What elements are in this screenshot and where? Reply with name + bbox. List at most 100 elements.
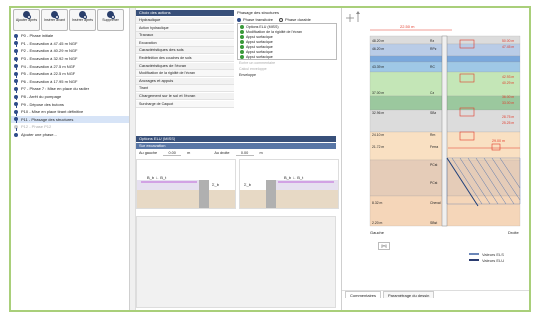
- phase-item[interactable]: P2 - Excavation à 40.29 m NGF: [11, 47, 129, 55]
- add-phase-icon: [23, 11, 31, 19]
- elu-options-header: Options ELU (MISS): [136, 136, 336, 142]
- action-menu-item[interactable]: Hydraulique: [136, 17, 234, 24]
- action-menu-item[interactable]: Caractéristiques de l'écran: [136, 62, 234, 70]
- action-menu-item[interactable]: Caractéristiques des sols: [136, 47, 234, 55]
- option-check-label: Options ELU (MISS): [246, 24, 279, 29]
- phase-label: P0 - Phase initiale: [21, 33, 54, 39]
- legend-elu: Valeurs ELU: [469, 257, 529, 263]
- phase-icon: [14, 94, 18, 101]
- comments-area[interactable]: [342, 298, 529, 310]
- phase-label: P1 - Excavation à 47.45 m NGF: [21, 40, 78, 46]
- delete-button[interactable]: Supprimer: [97, 9, 124, 31]
- phase-icon: [14, 79, 18, 86]
- left-diagram-svg: B_b ∟ B_t Σ_b: [137, 175, 235, 208]
- action-menu-item[interactable]: Surcharge de Caquot: [136, 100, 234, 108]
- bottom-left-label: Gauche: [370, 230, 385, 235]
- phase-item[interactable]: P1 - Excavation à 47.45 m NGF: [11, 40, 129, 48]
- phase-panel: Ajouter après Insérer avant Insérer aprè…: [11, 8, 130, 310]
- depth-label: 46.20 m: [372, 47, 384, 51]
- action-menu-item[interactable]: Travaux: [136, 32, 234, 40]
- left-unit: m: [187, 151, 191, 155]
- right-depth-label: 42.93 m: [502, 75, 514, 79]
- phase-label: P11 - Phasage des structures: [21, 116, 74, 122]
- radio-durable[interactable]: Phase durable: [279, 17, 311, 22]
- phase-label: P3 - Excavation à 32.92 m NGF: [21, 56, 78, 62]
- check-icon: [240, 29, 244, 34]
- radio-transitoire[interactable]: Phase transitoire: [237, 17, 273, 22]
- check-icon: [240, 39, 244, 44]
- layer-label: Cheval: [430, 201, 441, 205]
- phase-label: P10 - Mise en place tirant définitive: [21, 109, 84, 115]
- actions-header: Choix des actions: [136, 10, 234, 16]
- phase-label: P9 - Dépose des butons: [21, 101, 64, 107]
- phase-icon: [14, 48, 18, 55]
- axes-icon[interactable]: [346, 11, 360, 22]
- phase-icon: [14, 86, 18, 93]
- phase-icon: [14, 33, 18, 40]
- phase-item[interactable]: P4 - Excavation à 27.5 m NGF: [11, 62, 129, 70]
- phase-item[interactable]: P5 - Excavation à 22.5 m NGF: [11, 70, 129, 78]
- phase-item[interactable]: P9 - Dépose des butons: [11, 100, 129, 108]
- option-check-label: Appui surfacique: [246, 39, 273, 44]
- bottom-right-label: Droite: [508, 230, 519, 235]
- insert-before-icon: [51, 11, 59, 19]
- depth-label: 32.96 m: [372, 111, 384, 115]
- phase-item[interactable]: P12 - Phase P12: [11, 123, 129, 131]
- right-depth-label: 33.00 m: [502, 101, 514, 105]
- phase-item[interactable]: P11 - Phasage des structures: [11, 115, 129, 124]
- left-value-input[interactable]: 0.00: [163, 151, 182, 156]
- phase-icon: [14, 56, 18, 63]
- insert-after-button[interactable]: Insérer après: [69, 9, 96, 31]
- option-check-row[interactable]: Appui surfacique: [238, 54, 336, 59]
- left-soil-upper: [137, 180, 199, 190]
- layer-label: RC: [430, 65, 435, 69]
- phase-item[interactable]: P8 - Arrêt du pompage: [11, 93, 129, 101]
- insert-before-button[interactable]: Insérer avant: [41, 9, 68, 31]
- delete-icon: [107, 11, 115, 19]
- elu-swatch: [469, 259, 479, 261]
- phase-icon: [14, 64, 18, 70]
- phase-icon: [14, 71, 18, 78]
- phase-item[interactable]: P7 - Phase 7 : Mise en place du radier: [11, 85, 129, 93]
- action-menu-item[interactable]: Chargement sur le sol et l'écran: [136, 92, 234, 100]
- section-view: 22.50 m 29.00 m 48.20 m 46.20 m 43.39 m …: [341, 8, 529, 310]
- add-after-button[interactable]: Ajouter après: [13, 9, 40, 31]
- insert-after-label: Insérer après: [71, 18, 94, 22]
- mini-scale-box[interactable]: [m]: [378, 242, 390, 250]
- radio-on-icon: [237, 17, 241, 22]
- radio-off-icon: [279, 17, 284, 22]
- action-menu-item[interactable]: Redéfinition des couches de sols: [136, 54, 234, 62]
- action-menu-item[interactable]: Modification de la rigidité de l'écran: [136, 70, 234, 78]
- right-depth-label: 47.45 m: [502, 45, 514, 49]
- diaphragm-wall: [441, 35, 448, 227]
- left-excavation-diagram: B_b ∟ B_t Σ_b: [136, 159, 236, 209]
- layer-label: PCst: [430, 181, 437, 185]
- phase-label: P2 - Excavation à 40.29 m NGF: [21, 48, 78, 54]
- layer-label: RPz: [430, 47, 437, 51]
- add-phase-item[interactable]: Ajouter une phase...: [11, 131, 129, 139]
- phase-icon: [14, 117, 18, 124]
- excavation-diagrams: B_b ∟ B_t Σ_b B_b ∟ B_t Σ_b: [136, 159, 339, 209]
- check-icon: [240, 44, 244, 49]
- els-swatch: [469, 253, 479, 255]
- options-checklist[interactable]: Options ELU (MISS) Modification de la rig…: [237, 23, 337, 60]
- phase-item[interactable]: P10 - Mise en place tirant définitive: [11, 108, 129, 116]
- els-label: Valeurs ELS: [482, 251, 504, 257]
- phase-label: P7 - Phase 7 : Mise en place du radier: [21, 86, 90, 92]
- top-dimension-label: 22.50 m: [400, 24, 415, 29]
- action-menu-item[interactable]: Ancrages et appuis: [136, 77, 234, 85]
- layer-label: Cz: [430, 91, 434, 95]
- layer-label: PCst: [430, 163, 437, 167]
- phase-icon: [14, 124, 18, 131]
- action-menu-item[interactable]: Excavation: [136, 39, 234, 47]
- right-depth-label: 50.00 m: [502, 39, 514, 43]
- phase-item[interactable]: P6 - Excavation à 17.95 m NGF: [11, 78, 129, 86]
- phase-item[interactable]: P3 - Excavation à 32.92 m NGF: [11, 55, 129, 63]
- envelope-label: Enveloppe: [239, 73, 256, 77]
- right-unit: m: [259, 151, 263, 155]
- action-menu-item[interactable]: Action hydraulique: [136, 24, 234, 32]
- left-diagram-label: B_b ∟ B_t: [147, 175, 167, 180]
- action-menu-item[interactable]: Tirant: [136, 85, 234, 93]
- phase-item[interactable]: P0 - Phase initiale: [11, 32, 129, 40]
- right-value-input[interactable]: 0.00: [235, 151, 254, 156]
